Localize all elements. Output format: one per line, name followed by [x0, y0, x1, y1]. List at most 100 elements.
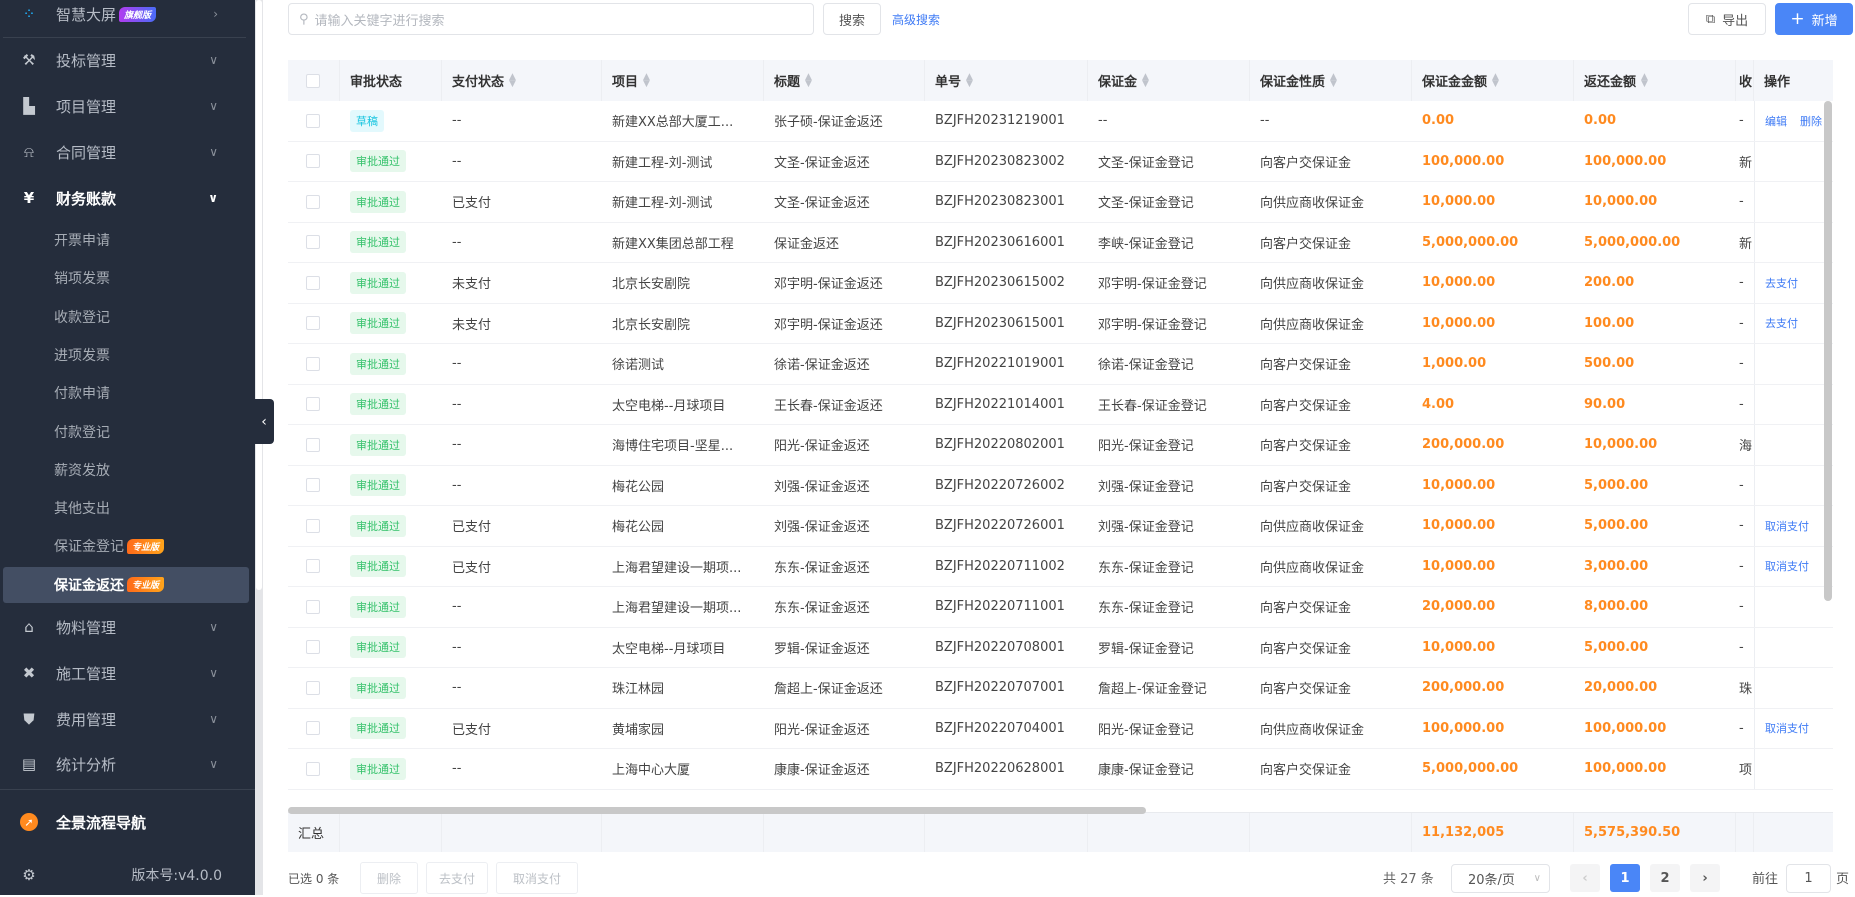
- bulk-delete-button[interactable]: 删除: [360, 862, 418, 894]
- table-row[interactable]: 审批通过 已支付 上海君望建设一期项... 东东-保证金返还 BZJFH20220711…: [288, 546, 1833, 587]
- row-action-link[interactable]: 去支付: [1765, 315, 1798, 331]
- chevron-left-icon: ‹: [261, 413, 267, 430]
- sort-icon[interactable]: ▲ ▼: [1142, 72, 1149, 88]
- next-page-button[interactable]: ›: [1690, 864, 1720, 892]
- page-size-select[interactable]: 20条/页 ∨: [1451, 864, 1550, 893]
- row-checkbox[interactable]: [306, 154, 320, 169]
- vertical-scrollbar[interactable]: [1824, 101, 1832, 601]
- table-row[interactable]: 审批通过 -- 上海君望建设一期项... 东东-保证金返还 BZJFH202207110…: [288, 587, 1833, 628]
- table-body[interactable]: 草稿 -- 新建XX总部大厦工... 张子硕-保证金返还 BZJFH2023121900…: [288, 101, 1833, 809]
- row-checkbox[interactable]: [306, 397, 320, 412]
- sidebar-item-finance[interactable]: ¥ 财务账款 ∨: [0, 176, 252, 220]
- row-checkbox[interactable]: [306, 680, 320, 695]
- settings-gear-icon[interactable]: ⚙: [20, 866, 38, 884]
- sidebar-item-expenses[interactable]: ⛊ 费用管理 ∨: [0, 697, 252, 741]
- column-header[interactable]: 项目 ▲ ▼: [602, 60, 764, 101]
- table-row[interactable]: 审批通过 已支付 新建工程-刘-测试 文圣-保证金返还 BZJFH20230823001…: [288, 182, 1833, 223]
- sidebar-subitem[interactable]: 开票申请: [0, 222, 252, 258]
- sidebar-subitem[interactable]: 保证金返还 专业版: [3, 566, 249, 603]
- row-checkbox[interactable]: [306, 640, 320, 655]
- export-button[interactable]: ⧉ 导出: [1688, 3, 1766, 35]
- sidebar-subitem[interactable]: 付款登记: [0, 414, 252, 450]
- column-header[interactable]: 返还金额 ▲ ▼: [1574, 60, 1736, 101]
- row-checkbox[interactable]: [306, 356, 320, 371]
- sidebar-item-contracts[interactable]: ⍾ 合同管理 ∨: [0, 130, 252, 174]
- process-navigation[interactable]: ➚ 全景流程导航: [0, 800, 252, 844]
- sidebar-subitem[interactable]: 收款登记: [0, 299, 252, 335]
- row-checkbox[interactable]: [306, 194, 320, 209]
- table-row[interactable]: 审批通过 -- 海博住宅项目-坚星... 阳光-保证金返还 BZJFH202208020…: [288, 425, 1833, 466]
- bulk-pay-button[interactable]: 去支付: [426, 862, 488, 894]
- row-checkbox[interactable]: [306, 235, 320, 250]
- sort-icon[interactable]: ▲ ▼: [1641, 72, 1648, 88]
- column-header[interactable]: 保证金性质 ▲ ▼: [1250, 60, 1412, 101]
- collapse-sidebar-button[interactable]: ‹: [254, 399, 274, 444]
- sort-icon[interactable]: ▲ ▼: [643, 72, 650, 88]
- column-header[interactable]: 保证金金额 ▲ ▼: [1412, 60, 1574, 101]
- search-button[interactable]: 搜索: [823, 3, 881, 35]
- table-row[interactable]: 草稿 -- 新建XX总部大厦工... 张子硕-保证金返还 BZJFH2023121900…: [288, 101, 1833, 142]
- table-row[interactable]: 审批通过 -- 上海中心大厦 康康-保证金返还 BZJFH20220628001 康康-保…: [288, 749, 1833, 790]
- goto-page-input[interactable]: 1: [1786, 864, 1831, 893]
- sort-icon[interactable]: ▲ ▼: [1330, 72, 1337, 88]
- table-row[interactable]: 审批通过 -- 新建XX集团总部工程 保证金返还 BZJFH20230616001 李峡-…: [288, 222, 1833, 263]
- row-action-link[interactable]: 取消支付: [1765, 720, 1809, 736]
- sidebar-subitem[interactable]: 薪资发放: [0, 452, 252, 488]
- row-checkbox[interactable]: [306, 275, 320, 290]
- row-checkbox[interactable]: [306, 721, 320, 736]
- row-checkbox[interactable]: [306, 437, 320, 452]
- sidebar-item-materials[interactable]: ⌂ 物料管理 ∨: [0, 605, 252, 649]
- sort-icon[interactable]: ▲ ▼: [805, 72, 812, 88]
- table-row[interactable]: 审批通过 -- 太空电梯--月球项目 罗辑-保证金返还 BZJFH20220708001…: [288, 627, 1833, 668]
- sidebar-item-projects[interactable]: ▙ 项目管理 ∨: [0, 84, 252, 128]
- row-action-link[interactable]: 去支付: [1765, 275, 1798, 291]
- table-row[interactable]: 审批通过 未支付 北京长安剧院 邓宇明-保证金返还 BZJFH20230615001 邓宇…: [288, 303, 1833, 344]
- table-row[interactable]: 审批通过 已支付 梅花公园 刘强-保证金返还 BZJFH20220726001 刘强-保证…: [288, 506, 1833, 547]
- sidebar-item-construction[interactable]: ✖ 施工管理 ∨: [0, 651, 252, 695]
- row-checkbox[interactable]: [306, 113, 320, 128]
- search-input[interactable]: ⚲ 请输入关键字进行搜索: [288, 3, 814, 35]
- table-row[interactable]: 审批通过 -- 新建工程-刘-测试 文圣-保证金返还 BZJFH20230823002 文…: [288, 141, 1833, 182]
- sidebar-item-bidding[interactable]: ⚒ 投标管理 ∨: [0, 38, 252, 82]
- table-row[interactable]: 审批通过 -- 珠江林园 詹超上-保证金返还 BZJFH20220707001 詹超上-保…: [288, 668, 1833, 709]
- sort-icon[interactable]: ▲ ▼: [1492, 72, 1499, 88]
- sidebar-scrollbar-thumb[interactable]: [256, 0, 262, 590]
- table-row[interactable]: 审批通过 -- 梅花公园 刘强-保证金返还 BZJFH20220726002 刘强-保证金…: [288, 465, 1833, 506]
- sort-icon[interactable]: ▲ ▼: [509, 72, 516, 88]
- select-all-checkbox[interactable]: [306, 73, 320, 88]
- table-row[interactable]: 审批通过 已支付 黄埔家园 阳光-保证金返还 BZJFH20220704001 阳光-保证…: [288, 708, 1833, 749]
- row-checkbox[interactable]: [306, 761, 320, 776]
- row-action-link[interactable]: 取消支付: [1765, 518, 1809, 534]
- row-action-link[interactable]: 编辑: [1765, 113, 1787, 129]
- row-checkbox[interactable]: [306, 478, 320, 493]
- horizontal-scrollbar[interactable]: [288, 807, 1146, 814]
- page-1-button[interactable]: 1: [1610, 864, 1640, 892]
- sort-icon[interactable]: ▲ ▼: [966, 72, 973, 88]
- row-action-link[interactable]: 删除: [1800, 113, 1822, 129]
- sidebar-subitem[interactable]: 进项发票: [0, 337, 252, 373]
- table-row[interactable]: 审批通过 未支付 北京长安剧院 邓宇明-保证金返还 BZJFH20230615002 邓宇…: [288, 263, 1833, 304]
- sidebar-subitem[interactable]: 销项发票: [0, 260, 252, 296]
- sidebar-subitem[interactable]: 保证金登记 专业版: [0, 528, 252, 564]
- sidebar-subitem[interactable]: 其他支出: [0, 490, 252, 526]
- bulk-cancel-pay-button[interactable]: 取消支付: [496, 862, 578, 894]
- column-header[interactable]: 保证金 ▲ ▼: [1088, 60, 1250, 101]
- column-header[interactable]: 支付状态 ▲ ▼: [442, 60, 602, 101]
- page-2-button[interactable]: 2: [1650, 864, 1680, 892]
- prev-page-button[interactable]: ‹: [1570, 864, 1600, 892]
- row-checkbox[interactable]: [306, 599, 320, 614]
- sidebar-item-statistics[interactable]: ▤ 统计分析 ∨: [0, 742, 252, 786]
- add-button[interactable]: + 新增: [1775, 3, 1853, 35]
- table-row[interactable]: 审批通过 -- 太空电梯--月球项目 王长春-保证金返还 BZJFH2022101400…: [288, 384, 1833, 425]
- row-checkbox[interactable]: [306, 316, 320, 331]
- row-checkbox[interactable]: [306, 559, 320, 574]
- table-row[interactable]: 审批通过 -- 徐诺测试 徐诺-保证金返还 BZJFH20221019001 徐诺-保证金…: [288, 344, 1833, 385]
- column-header[interactable]: 标题 ▲ ▼: [764, 60, 925, 101]
- sidebar-subitem[interactable]: 付款申请: [0, 375, 252, 411]
- sidebar-item-dashboard[interactable]: ⁘ 智慧大屏 旗舰版 ›: [0, 0, 252, 36]
- advanced-search-link[interactable]: 高级搜索: [892, 11, 940, 28]
- row-checkbox[interactable]: [306, 518, 320, 533]
- column-header[interactable]: 单号 ▲ ▼: [925, 60, 1088, 101]
- cell-project: 黄埔家园: [612, 722, 665, 738]
- row-action-link[interactable]: 取消支付: [1765, 558, 1809, 574]
